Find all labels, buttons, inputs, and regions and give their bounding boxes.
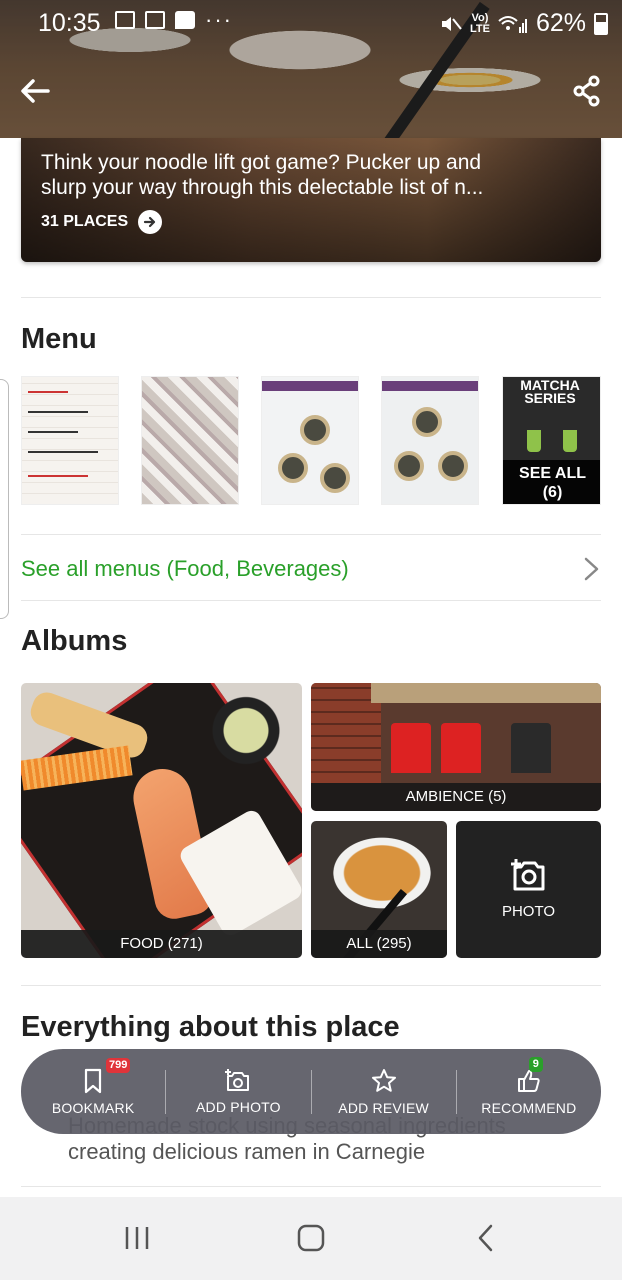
- menu-thumbnail[interactable]: [141, 376, 239, 505]
- back-arrow-icon: [21, 79, 50, 103]
- add-photo-action-label: ADD PHOTO: [195, 1098, 281, 1115]
- share-button[interactable]: [572, 74, 602, 108]
- camera-plus-icon: [225, 1068, 250, 1091]
- bookmark-button[interactable]: 799 BOOKMARK: [21, 1049, 165, 1134]
- see-all-overlay[interactable]: SEE ALL (6): [503, 460, 600, 504]
- chevron-left-icon: [478, 1224, 493, 1252]
- status-bar: 10:35 ··· Vo) LTE 62%: [0, 0, 622, 44]
- bookmark-icon: [85, 1068, 102, 1093]
- recent-apps-button[interactable]: [117, 1222, 157, 1254]
- outlook-icon: [145, 11, 165, 29]
- divider: [21, 534, 601, 535]
- menu-thumbnail[interactable]: [21, 376, 119, 505]
- volte-icon: Vo) LTE: [469, 11, 490, 35]
- home-icon: [297, 1224, 325, 1252]
- menu-thumbnails: MATCHA SERIES SEE ALL (6): [21, 376, 601, 505]
- recent-apps-icon: [125, 1227, 149, 1249]
- back-button[interactable]: [18, 74, 52, 108]
- message-icon: [175, 11, 195, 29]
- home-button[interactable]: [291, 1222, 331, 1254]
- notification-icons: ···: [115, 7, 233, 32]
- edge-panel-handle[interactable]: [0, 379, 9, 619]
- see-all-menus-link[interactable]: See all menus (Food, Beverages): [21, 552, 601, 586]
- star-icon: [371, 1068, 396, 1092]
- collection-places-link[interactable]: 31 PLACES: [41, 210, 163, 234]
- album-ambience-label: AMBIENCE (5): [311, 783, 601, 811]
- recommend-button[interactable]: 9 RECOMMEND: [457, 1049, 601, 1134]
- see-all-menus-label: See all menus (Food, Beverages): [21, 556, 349, 581]
- status-time: 10:35: [38, 9, 101, 37]
- battery-percent: 62%: [535, 9, 586, 37]
- add-photo-label: PHOTO: [501, 903, 556, 920]
- album-food-label: FOOD (271): [21, 930, 302, 958]
- divider: [21, 297, 601, 298]
- menu-thumbnail[interactable]: [381, 376, 479, 505]
- everything-section-title: Everything about this place: [21, 1011, 400, 1043]
- wifi-signal-icon: [498, 15, 527, 33]
- collection-description: Think your noodle lift got game? Pucker …: [41, 151, 484, 199]
- add-photo-tile[interactable]: PHOTO: [456, 821, 601, 958]
- chevron-right-icon: [584, 557, 599, 581]
- top-nav: [0, 70, 622, 114]
- collection-card[interactable]: Think your noodle lift got game? Pucker …: [21, 138, 601, 262]
- collection-places-count: 31 PLACES: [41, 213, 129, 230]
- add-review-button[interactable]: ADD REVIEW: [312, 1049, 456, 1134]
- system-nav-bar: [0, 1197, 622, 1280]
- gallery-icon: [115, 11, 135, 29]
- add-photo-button[interactable]: ADD PHOTO: [166, 1049, 310, 1134]
- bookmark-count-badge: 799: [106, 1058, 131, 1073]
- album-food[interactable]: FOOD (271): [21, 683, 302, 958]
- mute-icon: [441, 16, 462, 31]
- share-icon: [573, 75, 600, 107]
- album-ambience[interactable]: AMBIENCE (5): [311, 683, 601, 811]
- divider: [21, 600, 601, 601]
- battery-icon: [594, 12, 608, 35]
- menu-thumbnail-see-all[interactable]: MATCHA SERIES SEE ALL (6): [502, 376, 601, 505]
- album-all-label: ALL (295): [311, 930, 447, 958]
- everything-text-line2: creating delicious ramen in Carnegie: [68, 1139, 426, 1164]
- matcha-series-heading: MATCHA SERIES: [520, 377, 580, 406]
- menu-section-title: Menu: [21, 323, 97, 355]
- add-review-label: ADD REVIEW: [338, 1099, 429, 1116]
- divider: [21, 985, 601, 986]
- system-back-button[interactable]: [466, 1222, 506, 1254]
- add-photo-camera-icon: [510, 859, 544, 891]
- action-bar: 799 BOOKMARK ADD PHOTO ADD REVIEW 9 RECO…: [21, 1049, 601, 1134]
- album-all[interactable]: ALL (295): [311, 821, 447, 958]
- recommend-label: RECOMMEND: [481, 1099, 577, 1116]
- more-notifications-icon: ···: [205, 7, 233, 32]
- status-right-icons: Vo) LTE 62%: [440, 9, 608, 38]
- albums-section-title: Albums: [21, 625, 128, 657]
- arrow-right-circle-icon: [138, 210, 163, 234]
- menu-thumbnail[interactable]: [261, 376, 359, 505]
- bookmark-label: BOOKMARK: [51, 1099, 135, 1116]
- divider: [21, 1186, 601, 1187]
- recommend-count-badge: 9: [528, 1057, 543, 1072]
